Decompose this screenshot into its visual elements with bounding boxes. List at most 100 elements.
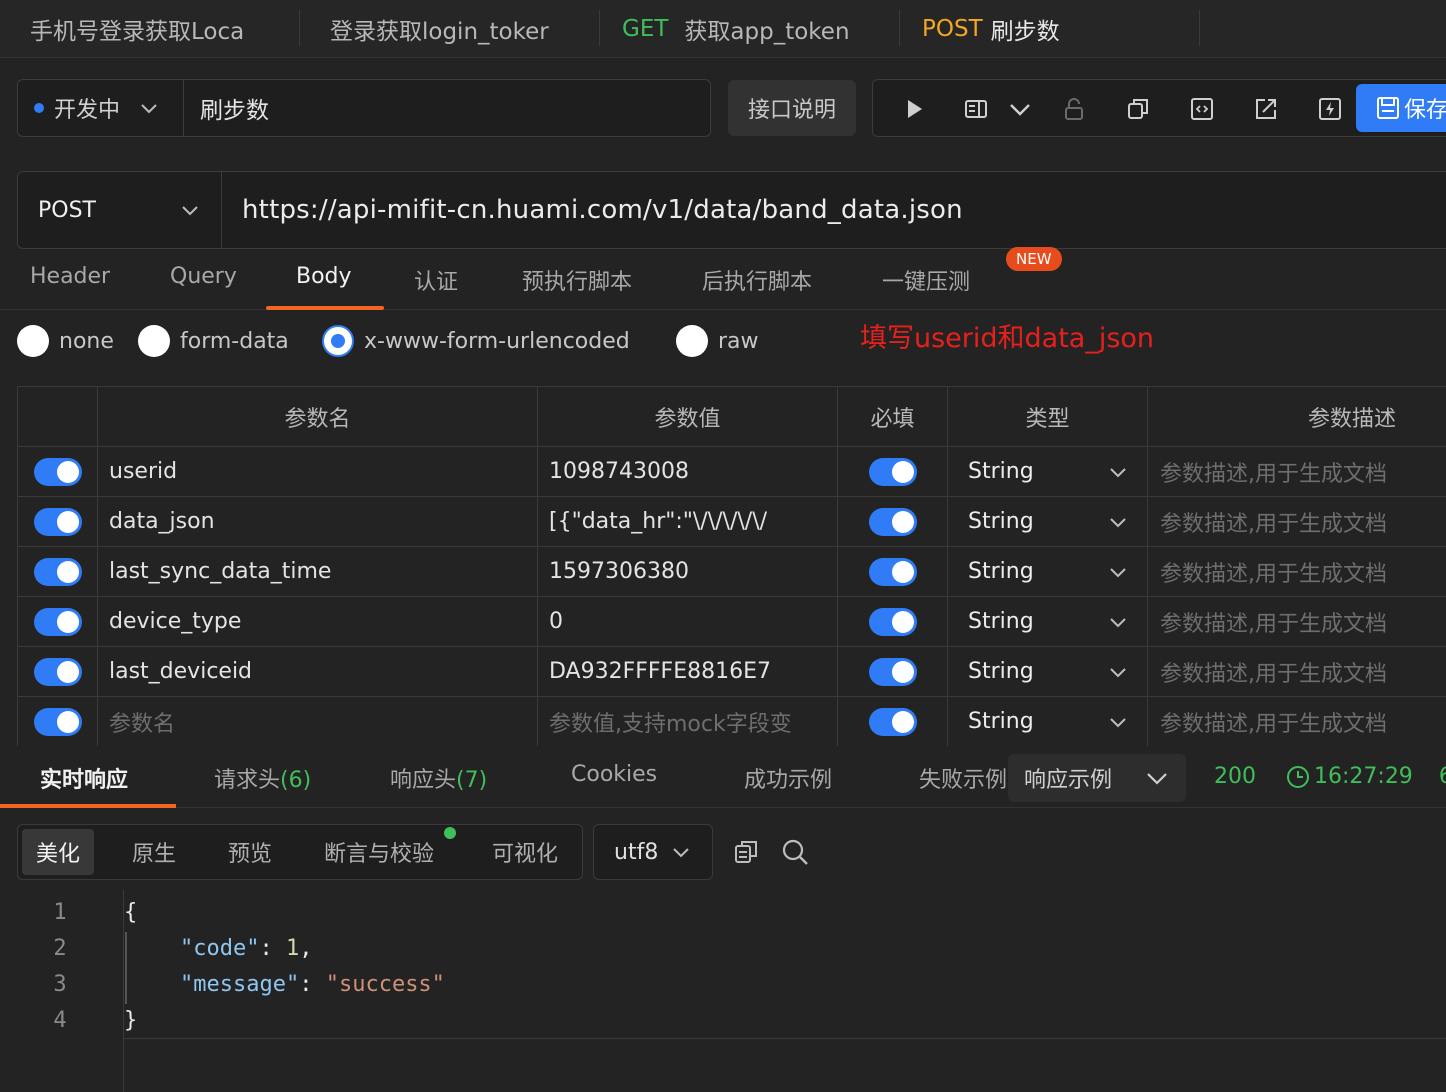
type-select[interactable]: String <box>948 697 1148 746</box>
param-value-cell[interactable]: DA932FFFFE8816E7 <box>538 647 838 696</box>
code-icon[interactable] <box>1189 96 1215 122</box>
tab-get-app-token[interactable]: GET 获取app_token <box>600 0 900 58</box>
param-value-cell[interactable]: [{"data_hr":"\/\/\/\/\/ <box>538 497 838 546</box>
param-desc-cell[interactable]: 参数描述,用于生成文档 <box>1148 547 1446 596</box>
header-param-value: 参数值 <box>538 387 838 446</box>
lock-icon[interactable] <box>1061 96 1087 122</box>
param-value-cell[interactable]: 1597306380 <box>538 547 838 596</box>
api-doc-button[interactable]: 接口说明 <box>728 80 856 136</box>
play-icon[interactable] <box>901 96 927 122</box>
radio-urlencoded[interactable]: x-www-form-urlencoded <box>322 325 630 357</box>
view-raw[interactable]: 原生 <box>118 829 190 875</box>
radio-label: form-data <box>180 328 289 354</box>
env-status-dot <box>34 103 44 113</box>
param-value-cell[interactable]: 1098743008 <box>538 447 838 496</box>
chevron-down-icon[interactable] <box>1007 96 1033 122</box>
line-number: 2 <box>53 936 67 961</box>
response-example-select[interactable]: 响应示例 <box>1008 754 1186 802</box>
tab-login-phone[interactable]: 手机号登录获取Loca <box>0 0 300 58</box>
copy-icon[interactable] <box>732 838 760 866</box>
type-select[interactable]: String <box>948 597 1148 646</box>
tab-stress-test[interactable]: 一键压测 <box>882 264 970 296</box>
radio-form-data[interactable]: form-data <box>138 325 289 357</box>
param-name-placeholder[interactable]: 参数名 <box>98 697 538 746</box>
required-cell <box>838 697 948 746</box>
radio-label: raw <box>718 328 759 354</box>
view-assertions[interactable]: 断言与校验 <box>310 829 448 875</box>
tab-failure-example[interactable]: 失败示例 <box>919 762 1007 794</box>
red-annotation-text: 填写userid和data_json <box>860 323 1155 354</box>
enable-toggle[interactable] <box>33 507 82 536</box>
method-select[interactable]: POST <box>18 172 222 248</box>
code-end-divider <box>123 1038 1446 1039</box>
enable-toggle[interactable] <box>33 657 82 686</box>
required-toggle[interactable] <box>868 657 917 686</box>
enable-toggle[interactable] <box>33 707 82 736</box>
enable-toggle[interactable] <box>33 557 82 586</box>
radio-none[interactable]: none <box>17 325 114 357</box>
tab-auth[interactable]: 认证 <box>414 264 458 296</box>
view-pretty[interactable]: 美化 <box>22 829 95 875</box>
tab-request-headers[interactable]: 请求头(6) <box>214 762 311 794</box>
param-desc-cell[interactable]: 参数描述,用于生成文档 <box>1148 497 1446 546</box>
tab-pre-script[interactable]: 预执行脚本 <box>522 264 632 296</box>
environment-select[interactable]: 开发中 <box>18 80 184 136</box>
response-time: 16:27:29 6 <box>1286 764 1446 789</box>
save-button[interactable]: 保存 <box>1356 84 1446 132</box>
url-input[interactable]: https://api-mifit-cn.huami.com/v1/data/b… <box>222 195 963 225</box>
tab-post-steps[interactable]: POST 刷步数 <box>900 0 1200 58</box>
chevron-down-icon <box>1110 517 1126 527</box>
param-name-cell[interactable]: userid <box>98 447 538 496</box>
type-select[interactable]: String <box>948 497 1148 546</box>
encoding-select[interactable]: utf8 <box>593 824 713 880</box>
param-value-cell[interactable]: 0 <box>538 597 838 646</box>
table-row: userid 1098743008 String 参数描述,用于生成文档 <box>18 447 1446 497</box>
param-value-placeholder[interactable]: 参数值,支持mock字段变 <box>538 697 838 746</box>
search-icon[interactable] <box>780 837 810 867</box>
response-body-editor[interactable]: 1 2 3 4 { "code": 1, "message": "success… <box>0 890 1446 1092</box>
param-name-cell[interactable]: device_type <box>98 597 538 646</box>
view-preview[interactable]: 预览 <box>214 829 286 875</box>
param-name-cell[interactable]: last_sync_data_time <box>98 547 538 596</box>
copy-icon[interactable] <box>1125 96 1151 122</box>
tab-login-token[interactable]: 登录获取login_toker <box>300 0 600 58</box>
param-desc-cell[interactable]: 参数描述,用于生成文档 <box>1148 447 1446 496</box>
row-enable-cell <box>18 597 98 646</box>
table-header-row: 参数名 参数值 必填 类型 参数描述 <box>18 387 1446 447</box>
method-label: POST <box>38 197 96 223</box>
required-toggle[interactable] <box>868 557 917 586</box>
tab-cookies[interactable]: Cookies <box>571 762 657 787</box>
request-config-tabs: Header Query Body 认证 预执行脚本 后执行脚本 一键压测 <box>0 256 1446 310</box>
enable-toggle[interactable] <box>33 457 82 486</box>
tab-response-headers[interactable]: 响应头(7) <box>390 762 487 794</box>
required-toggle[interactable] <box>868 607 917 636</box>
api-name-input[interactable]: 刷步数 <box>184 91 269 125</box>
view-visualize[interactable]: 可视化 <box>478 829 572 875</box>
required-cell <box>838 547 948 596</box>
tab-post-script[interactable]: 后执行脚本 <box>702 264 812 296</box>
param-desc-placeholder[interactable]: 参数描述,用于生成文档 <box>1148 697 1446 746</box>
radio-raw[interactable]: raw <box>676 325 759 357</box>
tab-label: 成功示例 <box>744 768 833 793</box>
share-icon[interactable] <box>1253 96 1279 122</box>
param-name-cell[interactable]: data_json <box>98 497 538 546</box>
param-desc-cell[interactable]: 参数描述,用于生成文档 <box>1148 597 1446 646</box>
flash-icon[interactable] <box>1317 96 1343 122</box>
required-toggle[interactable] <box>868 707 917 736</box>
param-desc-cell[interactable]: 参数描述,用于生成文档 <box>1148 647 1446 696</box>
type-select[interactable]: String <box>948 547 1148 596</box>
tab-live-response[interactable]: 实时响应 <box>40 762 128 794</box>
type-select[interactable]: String <box>948 647 1148 696</box>
layout-icon[interactable] <box>963 96 989 122</box>
type-select[interactable]: String <box>948 447 1148 496</box>
required-toggle[interactable] <box>868 507 917 536</box>
type-label: String <box>968 559 1034 584</box>
required-toggle[interactable] <box>868 457 917 486</box>
tab-header[interactable]: Header <box>30 264 110 289</box>
table-row: data_json [{"data_hr":"\/\/\/\/\/ String… <box>18 497 1446 547</box>
tab-success-example[interactable]: 成功示例 <box>744 762 832 794</box>
enable-toggle[interactable] <box>33 607 82 636</box>
tab-query[interactable]: Query <box>170 264 237 289</box>
param-name-cell[interactable]: last_deviceid <box>98 647 538 696</box>
tab-body[interactable]: Body <box>296 264 352 289</box>
